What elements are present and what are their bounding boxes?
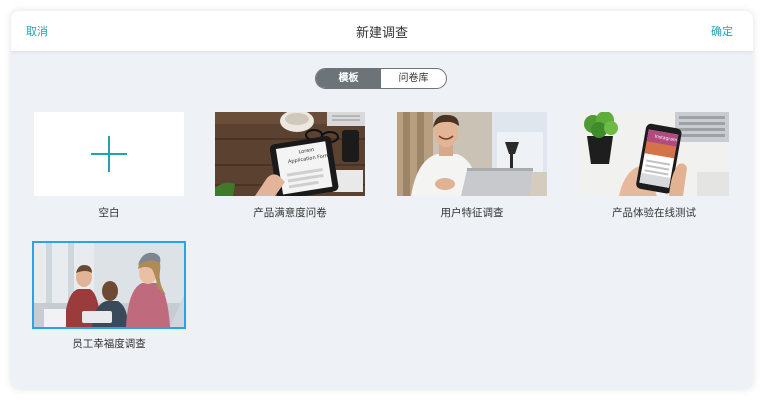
template-label-employee-happiness: 员工幸福度调查 (72, 338, 146, 350)
template-label-user-characteristics: 用户特征调查 (440, 207, 504, 219)
tablet-desk-photo: Lorem Application Form (215, 112, 365, 196)
template-card-product-satisfaction[interactable]: Lorem Application Form (215, 112, 365, 196)
team-office-photo (34, 243, 184, 327)
template-card-employee-happiness[interactable] (32, 241, 186, 329)
confirm-button[interactable]: 确定 (711, 23, 733, 39)
template-card-product-experience[interactable]: Instagram (579, 112, 729, 196)
man-laptop-photo (397, 112, 547, 196)
source-tabs: 模板 问卷库 (315, 68, 447, 89)
tab-survey-library[interactable]: 问卷库 (381, 69, 446, 88)
dialog-title: 新建调查 (355, 26, 408, 41)
template-label-blank: 空白 (98, 207, 120, 219)
template-label-product-satisfaction: 产品满意度问卷 (253, 207, 327, 219)
new-survey-dialog: 取消 新建调查 确定 模板 问卷库 空白 Lorem Application F… (11, 11, 753, 389)
tab-templates[interactable]: 模板 (316, 69, 381, 88)
template-card-blank[interactable] (34, 112, 184, 196)
dialog-header: 取消 新建调查 确定 (11, 11, 753, 52)
phone-app-photo: Instagram (579, 112, 729, 196)
template-card-user-characteristics[interactable] (397, 112, 547, 196)
template-label-product-experience: 产品体验在线测试 (612, 207, 696, 219)
